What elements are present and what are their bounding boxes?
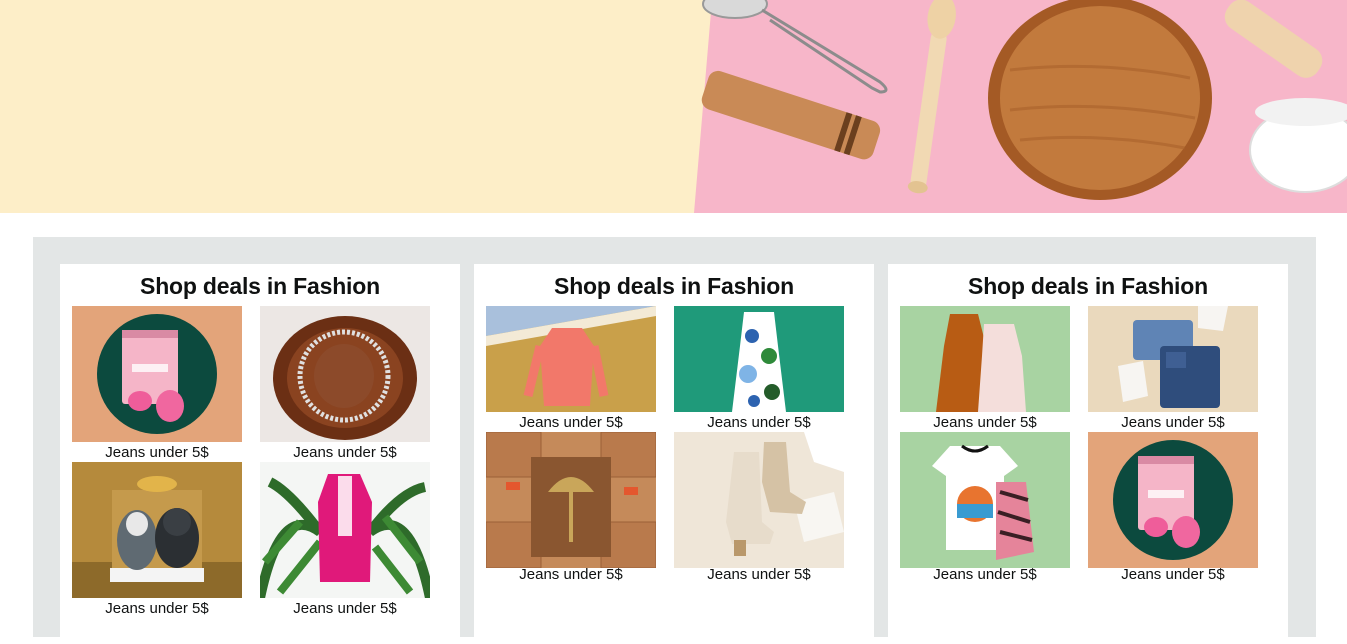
tile-caption[interactable]: Jeans under 5$	[674, 566, 844, 583]
tile-caption[interactable]: Jeans under 5$	[486, 566, 656, 583]
folded-jeans-image[interactable]	[1088, 306, 1258, 412]
makeup-blender-image[interactable]	[1088, 432, 1258, 568]
lamp-boxes-image[interactable]	[486, 432, 656, 568]
plush-toys-image[interactable]	[72, 462, 242, 598]
tile-caption[interactable]: Jeans under 5$	[674, 414, 844, 431]
tile-caption[interactable]: Jeans under 5$	[72, 600, 242, 617]
deal-card-3: Shop deals in Fashion Jeans under 5$ Jea…	[888, 264, 1288, 644]
tile-caption[interactable]: Jeans under 5$	[1088, 414, 1258, 431]
deal-card-2: Shop deals in Fashion Jeans under 5$ Jea…	[474, 264, 874, 644]
orange-sweater-image[interactable]	[486, 306, 656, 412]
slip-dresses-image[interactable]	[900, 306, 1070, 412]
makeup-blender-image[interactable]	[72, 306, 242, 442]
beige-boots-image[interactable]	[674, 432, 844, 568]
deal-card-1: Shop deals in Fashion Jeans under 5$ Jea…	[60, 264, 460, 644]
kitchen-tools-image	[0, 0, 1347, 213]
tile-caption[interactable]: Jeans under 5$	[900, 566, 1070, 583]
tile-caption[interactable]: Jeans under 5$	[900, 414, 1070, 431]
pink-cardigan-image[interactable]	[260, 462, 430, 598]
graphic-tee-image[interactable]	[900, 432, 1070, 568]
tile-caption[interactable]: Jeans under 5$	[1088, 566, 1258, 583]
necklace-image[interactable]	[260, 306, 430, 442]
hero-banner[interactable]	[0, 0, 1347, 213]
tile-caption[interactable]: Jeans under 5$	[72, 444, 242, 461]
tile-caption[interactable]: Jeans under 5$	[486, 414, 656, 431]
tile-caption[interactable]: Jeans under 5$	[260, 444, 430, 461]
card-title: Shop deals in Fashion	[968, 273, 1208, 299]
tile-caption[interactable]: Jeans under 5$	[260, 600, 430, 617]
card-title: Shop deals in Fashion	[140, 273, 380, 299]
card-title: Shop deals in Fashion	[554, 273, 794, 299]
floral-dress-image[interactable]	[674, 306, 844, 412]
